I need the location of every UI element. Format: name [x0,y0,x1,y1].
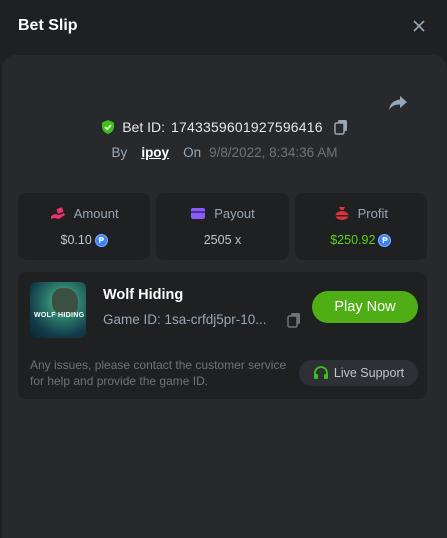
header: Bet Slip [0,0,447,52]
share-button[interactable] [387,92,409,114]
bag-icon [334,207,349,220]
game-card: WOLF HIDING Wolf Hiding Game ID: 1sa-crf… [18,272,427,399]
bet-id-row: Bet ID: 1743359601927596416 [2,119,447,135]
amount-stat: Amount $0.10 ₱ [18,193,151,260]
thumbnail-title: WOLF HIDING [34,312,85,319]
verified-shield-icon [102,120,115,134]
payout-label: Payout [214,206,255,221]
page-title: Bet Slip [18,17,78,34]
coin-icon: ₱ [378,233,392,247]
card-icon [191,208,206,219]
user-link[interactable]: ipoy [135,145,175,160]
close-button[interactable] [409,16,429,36]
game-id: Game ID: 1sa-crfdj5pr-10... [103,312,267,327]
live-support-button[interactable]: Live Support [299,360,418,386]
share-icon [389,96,407,110]
by-label: By [111,145,128,160]
bet-slip-panel: Bet ID: 1743359601927596416 By ipoy On 9… [2,55,447,538]
amount-value: $0.10 [60,233,92,247]
profit-stat: Profit $250.92 ₱ [294,193,427,260]
copy-icon[interactable] [333,119,349,135]
bet-meta-row: By ipoy On 9/8/2022, 8:34:36 AM [2,145,447,160]
close-icon [413,20,425,32]
amount-label: Amount [73,206,119,221]
support-notice: Any issues, please contact the customer … [30,358,287,388]
payout-stat: Payout 2505 x [156,193,289,260]
profit-label: Profit [357,206,388,221]
on-label: On [183,145,202,160]
game-thumbnail[interactable]: WOLF HIDING [30,282,86,338]
money-hand-icon [50,206,65,219]
bet-datetime: 9/8/2022, 8:34:36 AM [209,145,338,160]
payout-value: 2505 x [203,233,242,247]
bet-id-label: Bet ID: [122,119,166,135]
stats-row: Amount $0.10 ₱ Payout 2505 x Profit $250… [18,193,427,260]
copy-icon[interactable] [286,312,302,328]
coin-icon: ₱ [94,233,108,247]
profit-value: $250.92 [330,233,376,247]
headset-icon [313,366,328,379]
game-name: Wolf Hiding [103,287,184,303]
play-now-button[interactable]: Play Now [312,291,418,323]
wolf-art [52,288,78,314]
live-support-label: Live Support [333,366,405,380]
bet-id-value: 1743359601927596416 [171,119,323,135]
